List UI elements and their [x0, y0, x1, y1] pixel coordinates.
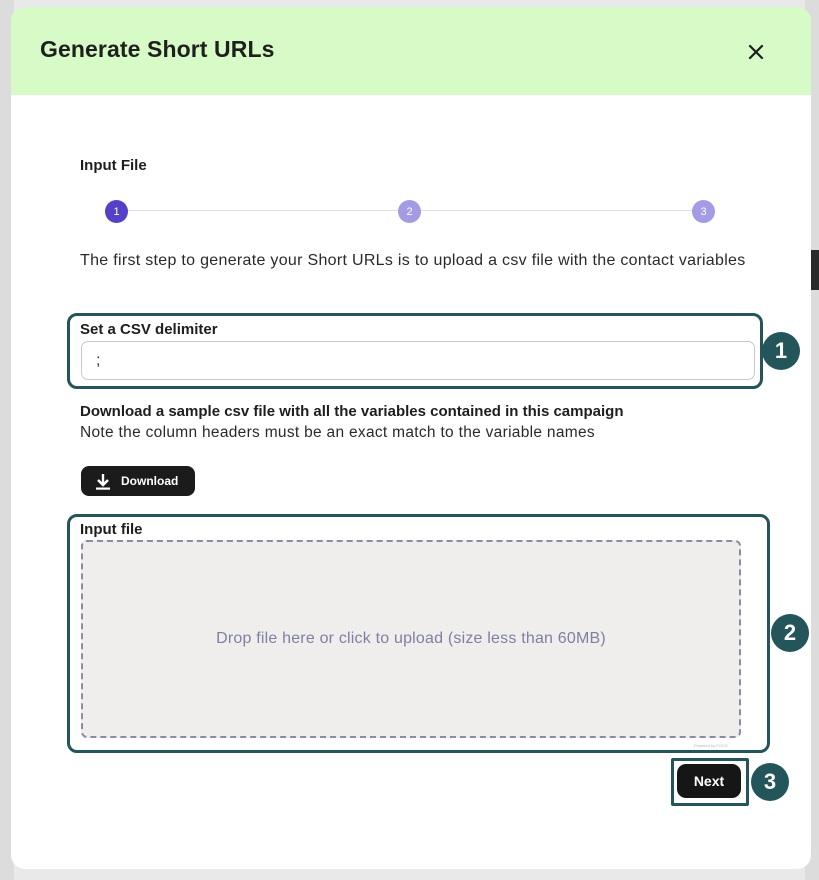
dialog-header: Generate Short URLs [11, 7, 811, 95]
step-3-indicator: 3 [692, 200, 715, 223]
step-section-title: Input File [80, 157, 147, 174]
intro-text: The first step to generate your Short UR… [80, 252, 746, 269]
generate-short-urls-dialog: Generate Short URLs Input File 1 2 3 The… [11, 7, 811, 869]
annotation-badge-3: 3 [751, 763, 789, 801]
csv-delimiter-input[interactable]: ; [81, 341, 755, 380]
powered-by-text: Powered by FOCO [694, 743, 728, 748]
dialog-title: Generate Short URLs [40, 36, 275, 62]
annotation-badge-2: 2 [771, 614, 809, 652]
backdrop-detail [811, 250, 819, 290]
close-icon [748, 44, 764, 60]
step-1-indicator: 1 [105, 200, 128, 223]
download-sample-button[interactable]: Download [81, 466, 195, 496]
close-button[interactable] [741, 37, 771, 67]
sample-download-note: Note the column headers must be an exact… [80, 424, 595, 441]
download-button-label: Download [121, 474, 179, 488]
download-icon [95, 473, 111, 490]
annotation-badge-1: 1 [762, 332, 800, 370]
step-2-indicator: 2 [398, 200, 421, 223]
csv-delimiter-label: Set a CSV delimiter [80, 321, 218, 338]
dropzone-text: Drop file here or click to upload (size … [216, 630, 606, 647]
file-dropzone[interactable]: Drop file here or click to upload (size … [81, 540, 741, 738]
input-file-label: Input file [80, 521, 143, 538]
sample-download-title: Download a sample csv file with all the … [80, 403, 624, 420]
next-button[interactable]: Next [677, 764, 741, 798]
